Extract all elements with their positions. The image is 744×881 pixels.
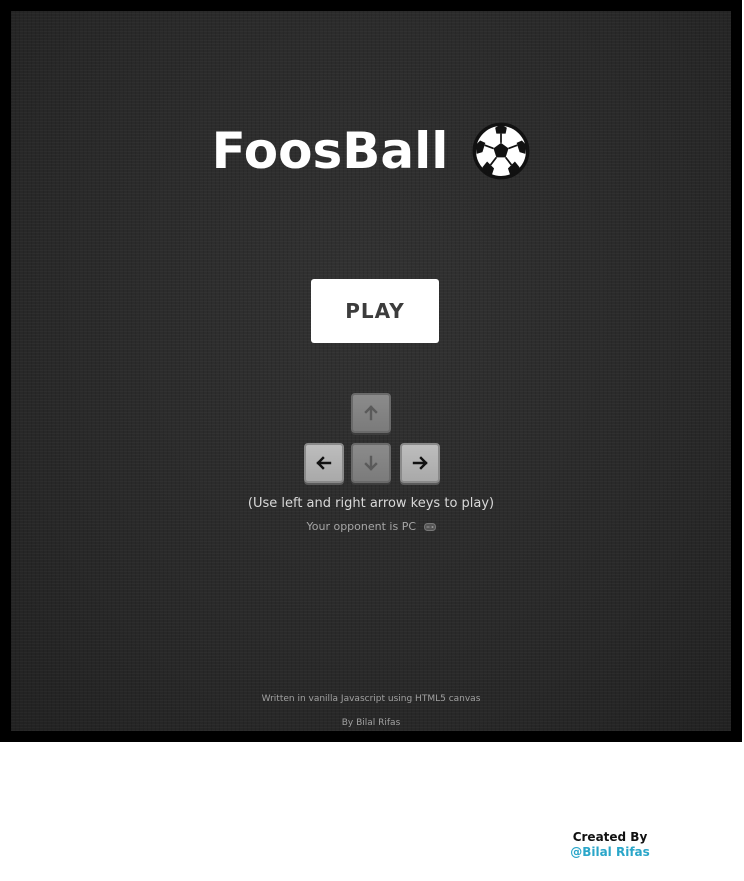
- arrow-left-key: [304, 443, 344, 483]
- footer-author: By Bilal Rifas: [341, 718, 401, 728]
- arrow-up-key: [351, 393, 391, 433]
- game-canvas[interactable]: FoosBall PLAY (Use left and right arrow …: [11, 11, 731, 731]
- opponent-info: Your opponent is PC: [11, 520, 731, 533]
- arrow-right-icon: [412, 456, 428, 470]
- game-title: FoosBall: [211, 122, 449, 180]
- credit-author-link[interactable]: @Bilal Rifas: [560, 845, 660, 860]
- arrow-down-key: [351, 443, 391, 483]
- gamepad-icon: [423, 523, 436, 531]
- opponent-text: Your opponent is PC: [306, 520, 417, 533]
- arrow-down-icon: [364, 455, 378, 471]
- credit-label: Created By: [572, 830, 648, 844]
- soccer-ball-icon: [472, 122, 530, 180]
- arrow-up-icon: [364, 405, 378, 421]
- title-row: FoosBall: [11, 119, 731, 183]
- footer-tech-note: Written in vanilla Javascript using HTML…: [261, 694, 481, 704]
- arrow-left-icon: [316, 456, 332, 470]
- credit-block: Created By @Bilal Rifas: [560, 830, 660, 860]
- controls-instructions: (Use left and right arrow keys to play): [247, 496, 495, 511]
- game-frame: FoosBall PLAY (Use left and right arrow …: [0, 0, 742, 742]
- arrow-right-key: [400, 443, 440, 483]
- play-button[interactable]: PLAY: [311, 279, 439, 343]
